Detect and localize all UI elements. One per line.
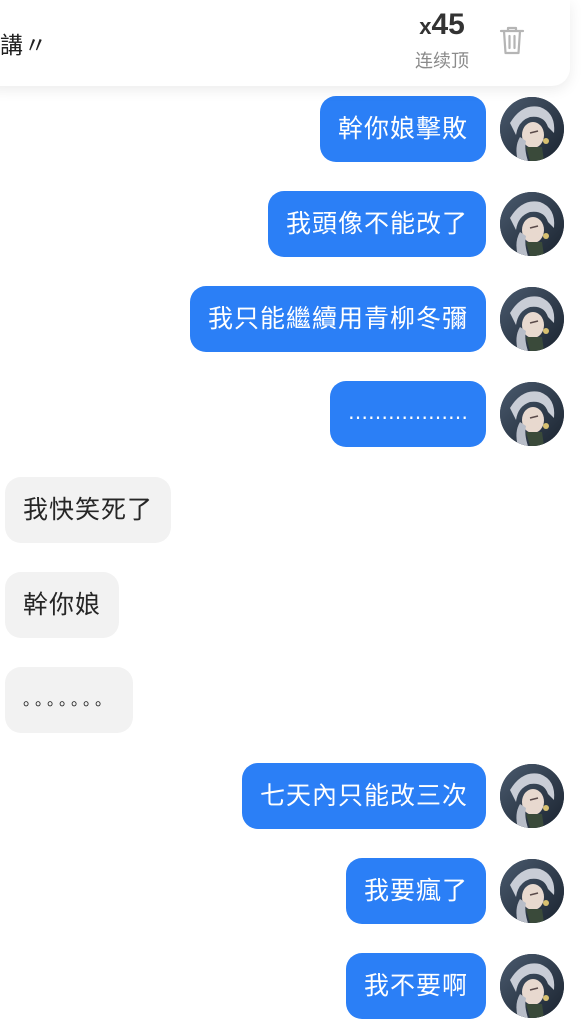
message-row: ……………… — [0, 381, 582, 447]
message-row: 幹你娘 — [0, 572, 582, 638]
message-row: 我要瘋了 — [0, 858, 582, 924]
streak-counter: x45 连续顶 — [410, 10, 474, 73]
incoming-message-bubble[interactable]: 我快笑死了 — [5, 477, 172, 543]
outgoing-message-bubble[interactable]: 我要瘋了 — [345, 858, 486, 924]
outgoing-message-bubble[interactable]: 我頭像不能改了 — [267, 191, 486, 257]
outgoing-message-bubble[interactable]: ……………… — [330, 381, 486, 447]
user-avatar-icon[interactable] — [500, 97, 564, 161]
counter-prefix: x — [419, 14, 432, 39]
user-avatar-icon[interactable] — [500, 287, 564, 351]
message-row: 七天內只能改三次 — [0, 763, 582, 829]
message-row: 幹你娘擊敗 — [0, 96, 582, 162]
outgoing-message-bubble[interactable]: 幹你娘擊敗 — [319, 96, 486, 162]
message-row: 我只能繼續用青柳冬彌 — [0, 286, 582, 352]
outgoing-message-bubble[interactable]: 我不要啊 — [345, 953, 486, 1019]
incoming-message-bubble[interactable]: 幹你娘 — [5, 572, 120, 638]
counter-number: 45 — [431, 8, 465, 41]
streak-count: x45 — [410, 10, 474, 45]
user-avatar-icon[interactable] — [500, 764, 564, 828]
message-row: 我不要啊 — [0, 953, 582, 1019]
user-avatar-icon[interactable] — [500, 954, 564, 1018]
streak-label: 连续顶 — [415, 51, 469, 72]
user-avatar-icon[interactable] — [500, 859, 564, 923]
message-row: 我快笑死了 — [0, 477, 582, 543]
user-avatar-icon[interactable] — [500, 382, 564, 446]
chat-screen: 幹你娘擊敗 我頭像不能改了 我只能繼續用青柳冬彌 ……………… 我快笑死了 幹你… — [0, 0, 582, 1024]
user-avatar-icon[interactable] — [500, 192, 564, 256]
outgoing-message-bubble[interactable]: 七天內只能改三次 — [241, 763, 486, 829]
incoming-message-bubble[interactable]: 。。。。。。。 — [5, 667, 134, 733]
message-row: 。。。。。。。 — [0, 667, 582, 733]
pinned-message-bar[interactable]: 講〃 x45 连续顶 — [0, 0, 570, 86]
trash-icon[interactable] — [497, 24, 527, 56]
message-row: 我頭像不能改了 — [0, 191, 582, 257]
pinned-message-text: 講〃 — [0, 33, 48, 59]
outgoing-message-bubble[interactable]: 我只能繼續用青柳冬彌 — [189, 286, 486, 352]
message-list[interactable]: 幹你娘擊敗 我頭像不能改了 我只能繼續用青柳冬彌 ……………… 我快笑死了 幹你… — [0, 0, 582, 1024]
